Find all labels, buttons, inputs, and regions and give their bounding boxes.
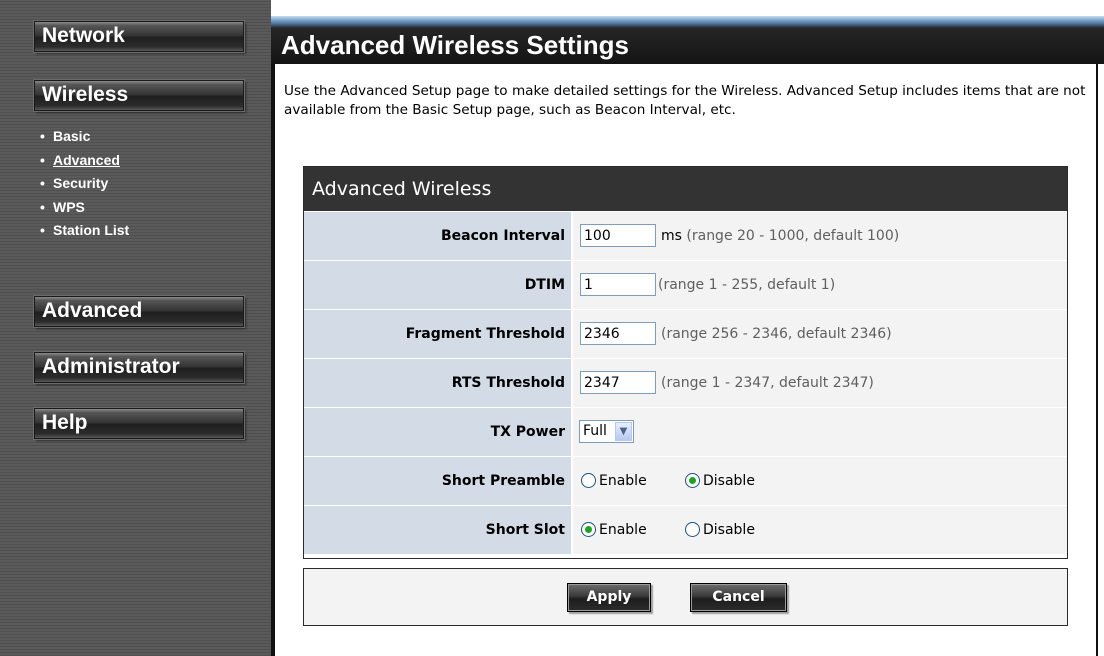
row-beacon-interval: Beacon Interval ms (range 20 - 1000, def… bbox=[304, 211, 1067, 260]
dtim-hint: (range 1 - 255, default 1) bbox=[658, 277, 836, 293]
short-preamble-enable-radio[interactable] bbox=[581, 473, 596, 488]
bullet-icon: • bbox=[40, 222, 45, 238]
row-fragment-threshold: Fragment Threshold (range 256 - 2346, de… bbox=[304, 309, 1067, 358]
row-short-preamble: Short Preamble Enable Disable bbox=[304, 456, 1067, 505]
fragment-threshold-label: Fragment Threshold bbox=[304, 310, 572, 358]
bullet-icon: • bbox=[40, 175, 45, 191]
dtim-input[interactable] bbox=[580, 273, 656, 296]
dtim-label: DTIM bbox=[304, 261, 572, 309]
nav-wireless-button[interactable]: Wireless bbox=[34, 80, 244, 111]
beacon-interval-unit: ms bbox=[661, 228, 682, 244]
short-preamble-disable-radio[interactable] bbox=[685, 473, 700, 488]
bullet-icon: • bbox=[40, 151, 45, 168]
tx-power-cell: Full ▼ bbox=[573, 408, 1067, 456]
wireless-submenu: • Basic • Advanced • Security • WPS • Station… bbox=[40, 125, 129, 243]
submenu-item-wps[interactable]: • WPS bbox=[40, 196, 129, 220]
nav-advanced-button[interactable]: Advanced bbox=[34, 296, 244, 327]
short-slot-label: Short Slot bbox=[304, 506, 572, 554]
beacon-interval-range: (range 20 - 1000, default 100) bbox=[686, 228, 900, 244]
submenu-item-basic[interactable]: • Basic bbox=[40, 125, 129, 149]
bullet-icon: • bbox=[40, 128, 45, 144]
page-header: Advanced Wireless Settings bbox=[271, 0, 1104, 64]
short-preamble-label: Short Preamble bbox=[304, 457, 572, 505]
cancel-button[interactable]: Cancel bbox=[690, 583, 787, 612]
short-preamble-cell: Enable Disable bbox=[573, 457, 1067, 505]
bullet-icon: • bbox=[40, 198, 45, 215]
tx-power-select[interactable]: Full ▼ bbox=[579, 420, 634, 443]
beacon-interval-label: Beacon Interval bbox=[304, 212, 572, 260]
fragment-threshold-input[interactable] bbox=[580, 322, 656, 345]
table-title: Advanced Wireless bbox=[304, 167, 1067, 211]
short-slot-enable-radio[interactable] bbox=[581, 522, 596, 537]
dtim-cell: (range 1 - 255, default 1) bbox=[573, 261, 1067, 309]
short-preamble-disable-label: Disable bbox=[703, 473, 755, 489]
fragment-threshold-hint: (range 256 - 2346, default 2346) bbox=[661, 326, 892, 342]
short-slot-disable-radio[interactable] bbox=[685, 522, 700, 537]
short-slot-cell: Enable Disable bbox=[573, 506, 1067, 554]
rts-threshold-cell: (range 1 - 2347, default 2347) bbox=[573, 359, 1067, 407]
row-short-slot: Short Slot Enable Disable bbox=[304, 505, 1067, 554]
beacon-interval-cell: ms (range 20 - 1000, default 100) bbox=[573, 212, 1067, 260]
rts-threshold-label: RTS Threshold bbox=[304, 359, 572, 407]
intro-text: Use the Advanced Setup page to make deta… bbox=[284, 83, 1086, 118]
rts-threshold-input[interactable] bbox=[580, 371, 656, 394]
apply-button[interactable]: Apply bbox=[567, 583, 651, 612]
submenu-item-security[interactable]: • Security bbox=[40, 172, 129, 196]
submenu-item-advanced[interactable]: • Advanced bbox=[40, 149, 129, 173]
row-rts-threshold: RTS Threshold (range 1 - 2347, default 2… bbox=[304, 358, 1067, 407]
short-preamble-enable-label: Enable bbox=[599, 473, 647, 489]
tx-power-label: TX Power bbox=[304, 408, 572, 456]
chevron-down-icon[interactable]: ▼ bbox=[615, 422, 632, 441]
fragment-threshold-cell: (range 256 - 2346, default 2346) bbox=[573, 310, 1067, 358]
tx-power-selected-value: Full bbox=[583, 423, 607, 439]
page-title: Advanced Wireless Settings bbox=[281, 30, 629, 60]
row-dtim: DTIM (range 1 - 255, default 1) bbox=[304, 260, 1067, 309]
advanced-wireless-table: Advanced Wireless Beacon Interval ms (ra… bbox=[303, 166, 1068, 559]
beacon-interval-input[interactable] bbox=[580, 224, 656, 247]
row-tx-power: TX Power Full ▼ bbox=[304, 407, 1067, 456]
short-slot-enable-label: Enable bbox=[599, 522, 647, 538]
short-slot-disable-label: Disable bbox=[703, 522, 755, 538]
sidebar: Network Wireless • Basic • Advanced • Secur… bbox=[0, 0, 271, 656]
rts-threshold-hint: (range 1 - 2347, default 2347) bbox=[661, 375, 874, 391]
nav-administrator-button[interactable]: Administrator bbox=[34, 352, 244, 383]
button-bar: Apply Cancel bbox=[303, 568, 1068, 626]
nav-network-button[interactable]: Network bbox=[34, 21, 244, 52]
nav-help-button[interactable]: Help bbox=[34, 408, 244, 439]
beacon-interval-hint: ms (range 20 - 1000, default 100) bbox=[661, 227, 899, 245]
submenu-item-station-list[interactable]: • Station List bbox=[40, 219, 129, 243]
